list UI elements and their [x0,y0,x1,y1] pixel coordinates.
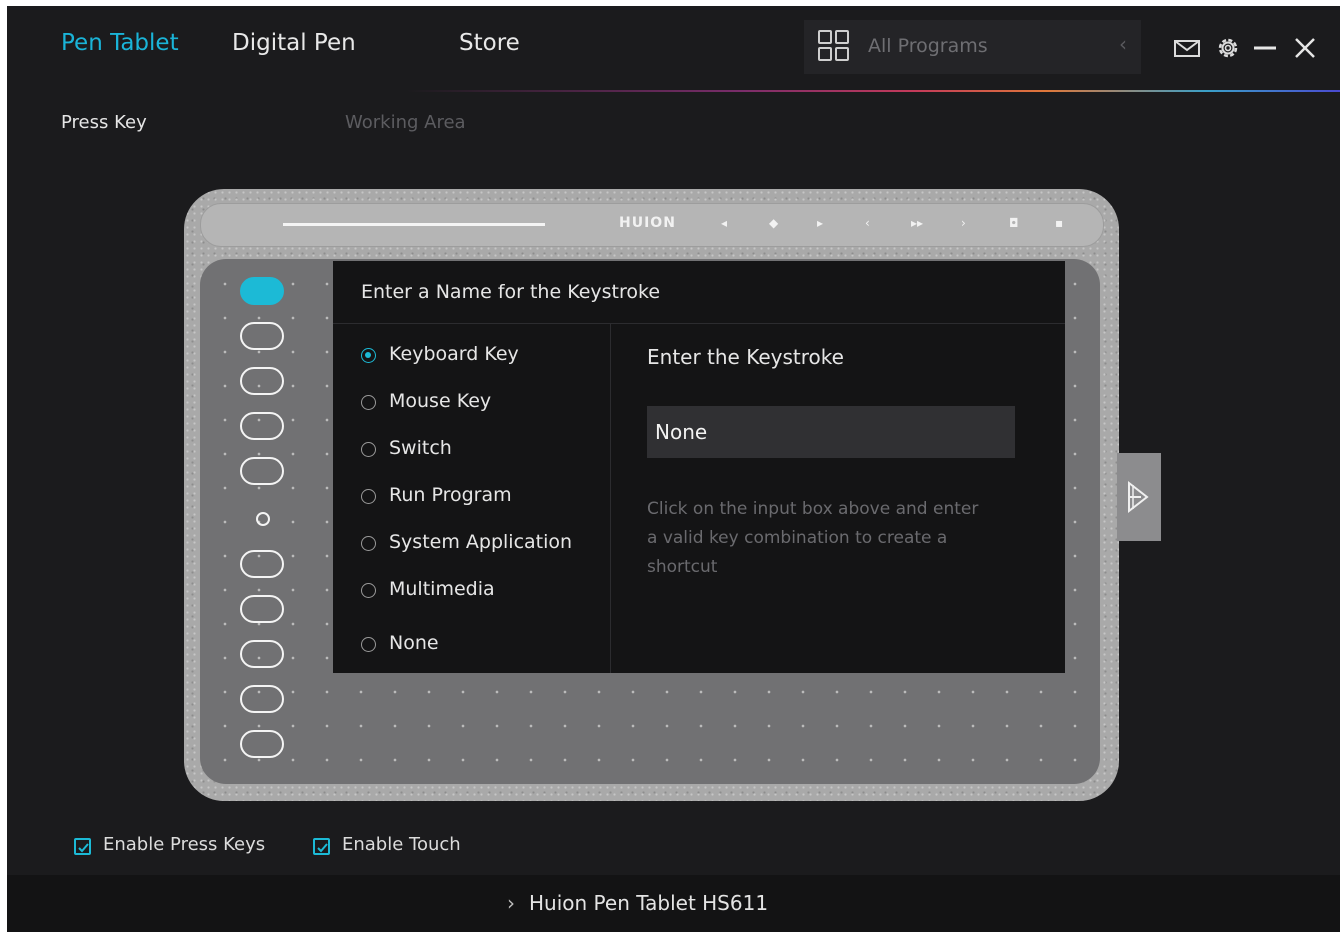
tablet-top-bar: HUION ◂ ◆ ▸ ‹ ▸▸ › ◘ ▪ [200,203,1104,247]
mail-icon[interactable] [1173,34,1201,62]
option-label: Multimedia [389,578,495,600]
keystroke-name-input[interactable]: Enter a Name for the Keystroke [361,281,660,303]
checkbox-checked-icon [313,838,330,855]
option-label: Keyboard Key [389,343,519,365]
tablet-orientation-toggle[interactable] [1117,453,1161,541]
radio-icon [361,637,376,652]
press-key-5[interactable] [240,457,284,485]
dialog-column-divider [610,324,611,673]
volume-down-icon: ◂ [721,216,728,230]
radio-icon [361,442,376,457]
next-icon: › [961,216,966,230]
play-pause-icon: ▸▸ [911,216,924,230]
gear-icon[interactable] [1214,34,1242,62]
keystroke-dialog: Enter a Name for the Keystroke Keyboard … [333,261,1065,673]
pen-orientation-icon [1128,480,1149,514]
keystroke-input[interactable] [647,406,1015,458]
brand-logo: HUION [619,215,676,231]
header-divider [7,90,1340,92]
switch-icon: ◘ [1009,216,1019,230]
volume-icon: ◆ [769,216,779,230]
press-key-3[interactable] [240,367,284,395]
option-label: None [389,632,439,654]
press-key-2[interactable] [240,322,284,350]
tab-pen-tablet[interactable]: Pen Tablet [61,30,179,56]
press-key-1[interactable] [240,277,284,305]
radio-icon [361,536,376,551]
footer: › Huion Pen Tablet HS611 [7,875,1340,932]
press-key-8[interactable] [240,640,284,668]
radio-icon [361,395,376,410]
device-selector[interactable]: › Huion Pen Tablet HS611 [507,891,768,915]
subtab-press-key[interactable]: Press Key [61,112,147,133]
keystroke-title: Enter the Keystroke [647,345,844,369]
subtab-working-area[interactable]: Working Area [345,112,466,133]
enable-press-keys-label: Enable Press Keys [103,834,266,855]
minimize-icon[interactable] [1251,34,1279,62]
grid-icon [818,30,850,62]
previous-icon: ‹ [865,216,870,230]
option-label: Switch [389,437,452,459]
option-label: System Application [389,531,573,553]
press-key-10[interactable] [240,730,284,758]
checkbox-checked-icon [74,838,91,855]
keystroke-hint: Click on the input box above and enter a… [647,499,979,577]
header: Pen Tablet Digital Pen Store All Program… [7,6,1340,90]
tab-digital-pen[interactable]: Digital Pen [232,30,356,56]
option-label: Run Program [389,484,512,506]
program-selector-label: All Programs [868,35,988,57]
tablet-slider [283,223,545,226]
apps-icon: ▪ [1055,216,1064,230]
dialog-divider [333,323,1065,324]
press-key-4[interactable] [240,412,284,440]
chevron-right-icon: › [507,891,515,915]
radio-icon [361,489,376,504]
program-selector[interactable]: All Programs ‹ [804,20,1141,74]
tab-store[interactable]: Store [459,30,520,56]
key-separator-dot [256,512,270,526]
volume-up-icon: ▸ [817,216,824,230]
option-label: Mouse Key [389,390,492,412]
close-icon[interactable] [1291,34,1319,62]
radio-icon [361,583,376,598]
press-key-9[interactable] [240,685,284,713]
chevron-left-icon[interactable]: ‹ [1119,32,1127,56]
enable-touch-label: Enable Touch [342,834,461,855]
radio-icon [361,348,376,363]
press-key-6[interactable] [240,550,284,578]
press-key-7[interactable] [240,595,284,623]
app-window: Pen Tablet Digital Pen Store All Program… [7,6,1340,932]
device-name: Huion Pen Tablet HS611 [529,891,769,915]
